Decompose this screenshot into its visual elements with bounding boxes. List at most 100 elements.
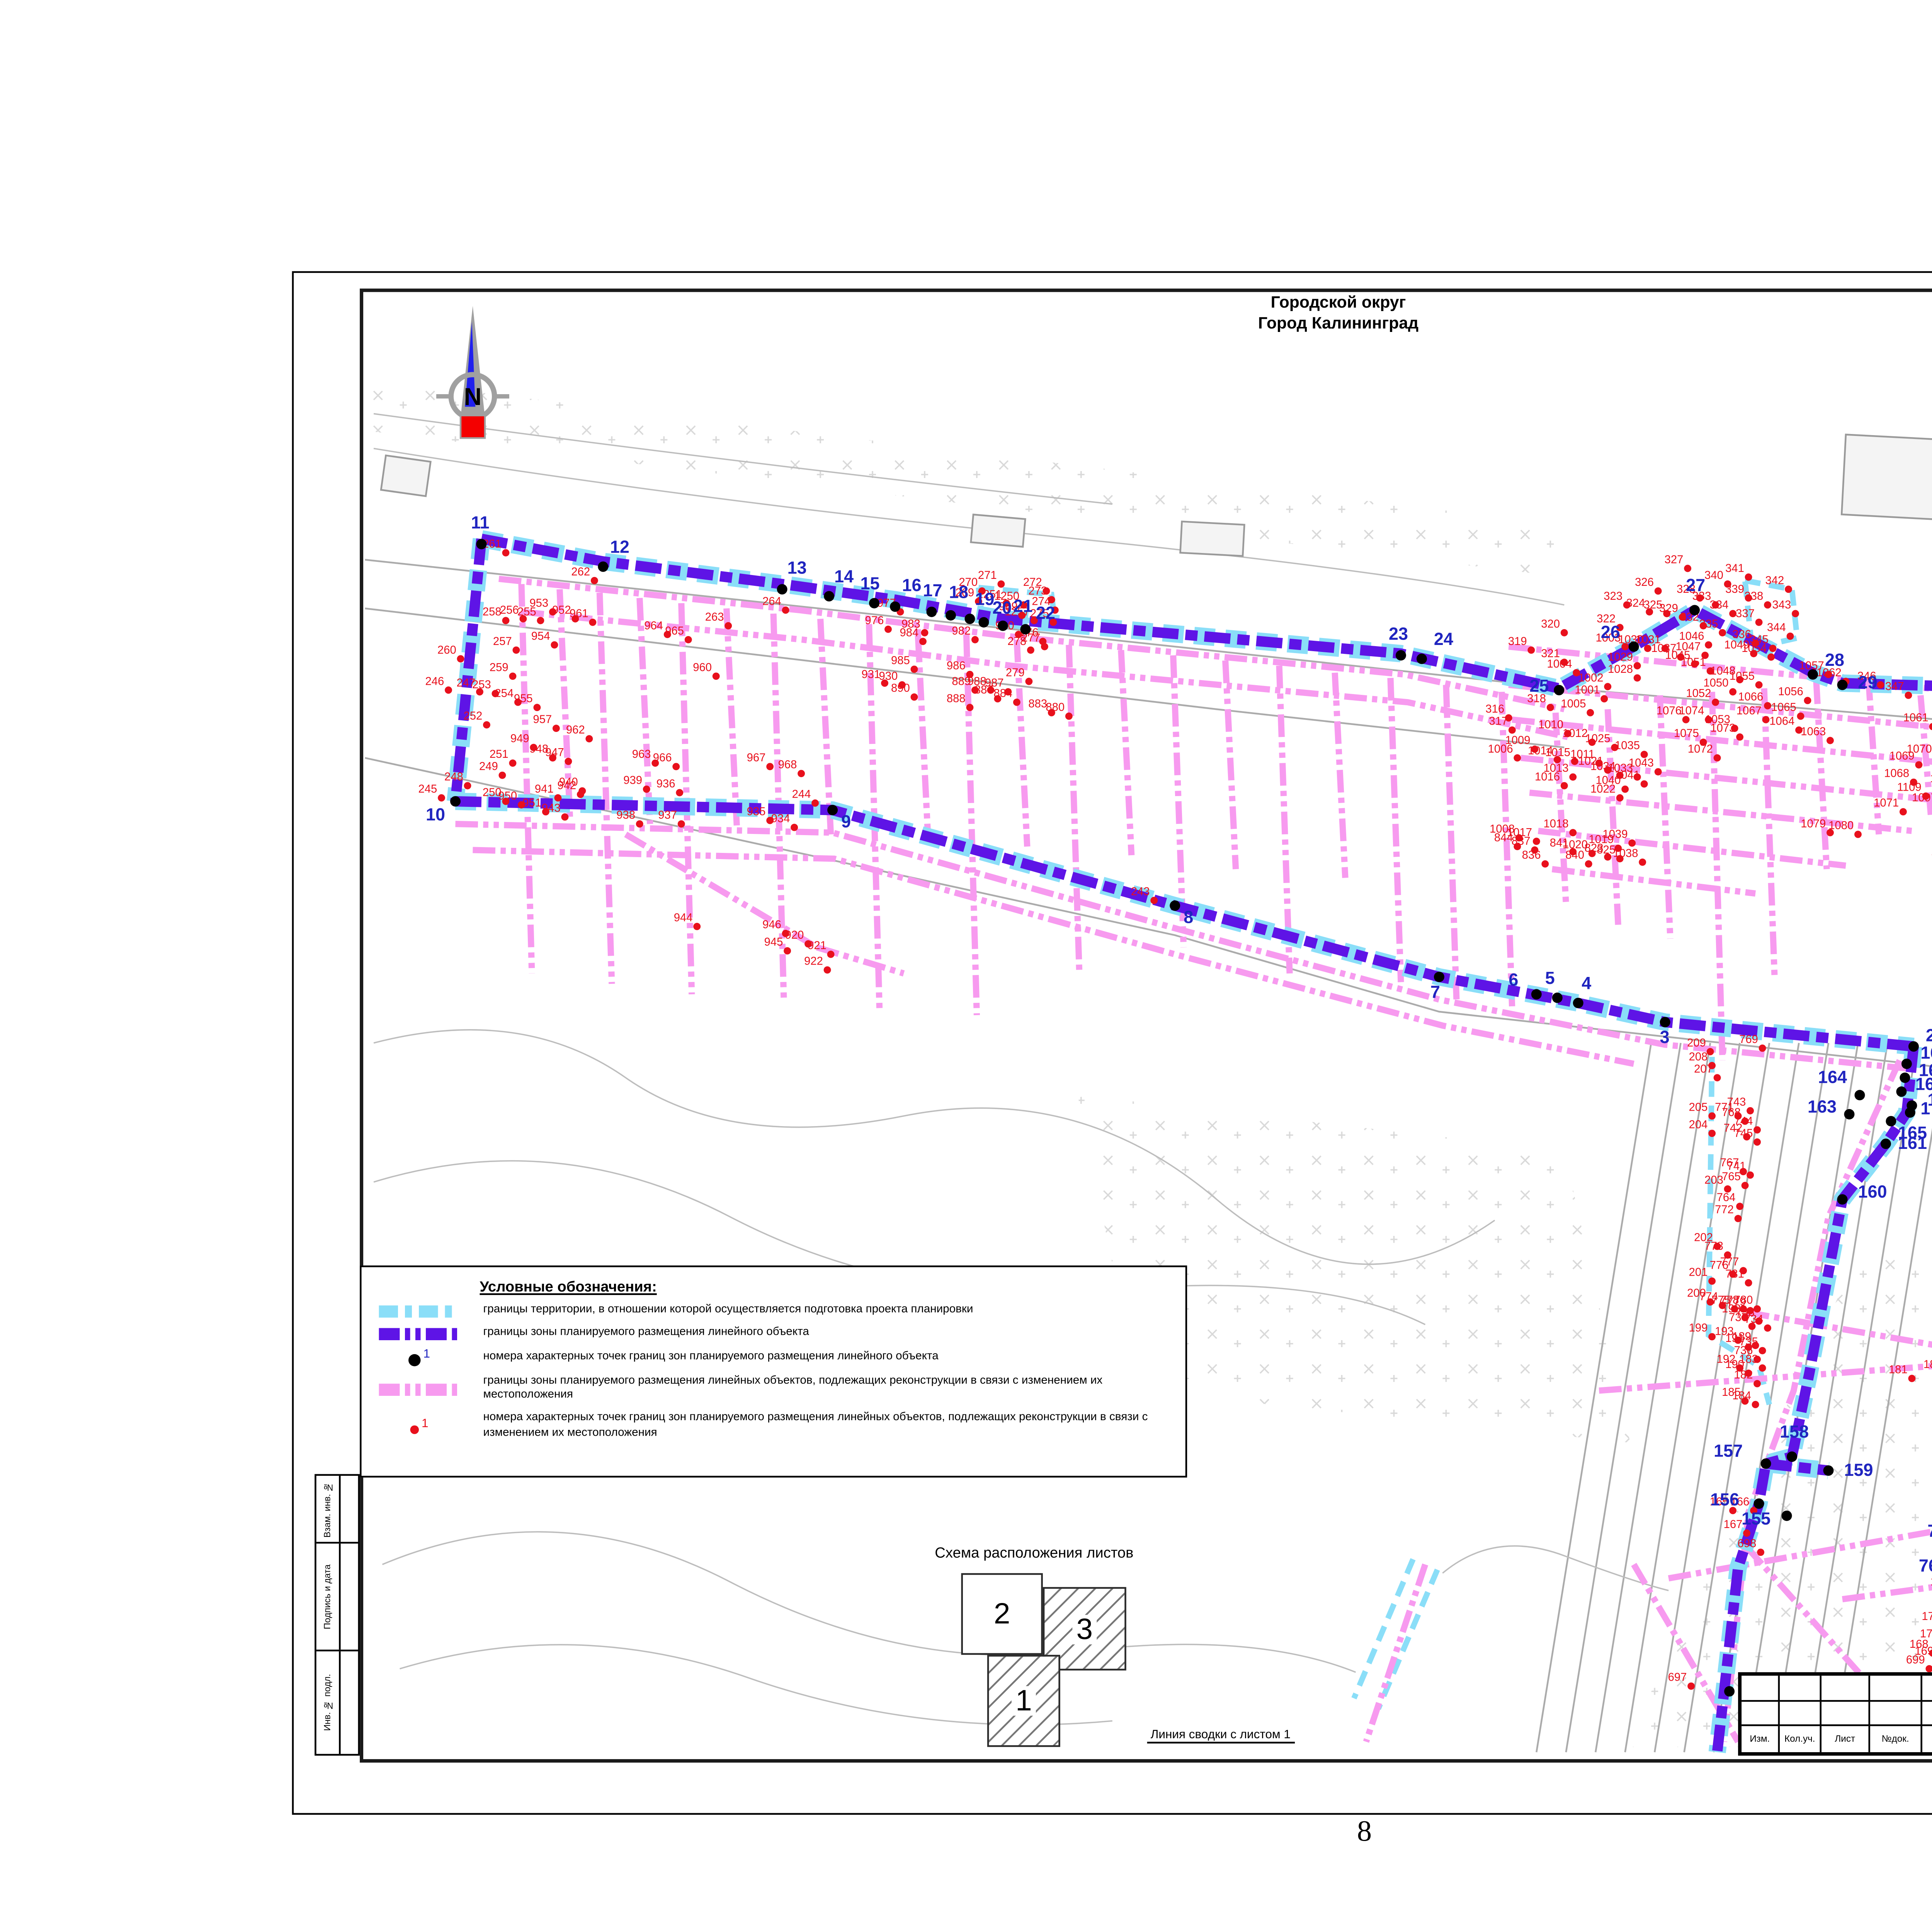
red-point-label: 1016 (1535, 771, 1560, 783)
red-point (811, 800, 819, 807)
red-point-label: 938 (616, 809, 635, 822)
red-point (1569, 773, 1577, 781)
red-point (1700, 738, 1707, 746)
red-point (519, 615, 527, 623)
black-point (1896, 1086, 1906, 1097)
match-line-sheet1-label: Линия сводки с листом 1 (1147, 1730, 1294, 1744)
black-point (869, 598, 879, 608)
legend-title: Условные обозначения: (480, 1278, 1168, 1295)
black-point (1552, 992, 1563, 1003)
red-point-label: 337 (1736, 607, 1755, 620)
black-point-label: 16 (902, 575, 922, 595)
red-point (551, 641, 558, 648)
red-point (1753, 1356, 1761, 1363)
red-point (824, 966, 831, 973)
red-point (791, 824, 798, 831)
legend-item-territory: границы территории, в отношении которой … (379, 1304, 1168, 1319)
black-point (1837, 680, 1847, 690)
red-point-label: 976 (865, 614, 884, 627)
red-point-label: 244 (792, 788, 811, 801)
territory-boundary-swatch (379, 1305, 459, 1317)
red-point-label: 955 (514, 693, 533, 705)
red-point-label: 951 (522, 797, 541, 809)
red-point (445, 686, 452, 694)
red-point (1827, 737, 1834, 744)
red-point (1753, 1126, 1761, 1133)
red-point-label: 1038 (1613, 847, 1638, 860)
red-point-label: 324 (1626, 597, 1645, 609)
red-point-label: 181 (1889, 1363, 1908, 1376)
red-point-label: 320 (1541, 618, 1560, 630)
red-point (1604, 683, 1611, 690)
black-point (1908, 1041, 1919, 1052)
reconstruction-boundary-line (726, 608, 737, 829)
black-point-label: 4 (1582, 973, 1591, 993)
red-point-label: 1080 (1828, 820, 1854, 832)
black-point-label: 164 (1818, 1067, 1847, 1087)
red-point (1747, 1171, 1754, 1179)
reconstruction-zone-swatch (379, 1383, 459, 1395)
red-point (713, 672, 720, 680)
red-point (1753, 1138, 1761, 1146)
black-point-label: 18 (949, 582, 968, 602)
red-point (1736, 1365, 1743, 1372)
black-point (1837, 1194, 1847, 1205)
red-point (1509, 727, 1516, 734)
red-point (464, 782, 471, 790)
black-point-label: 8 (1184, 907, 1193, 927)
black-point-label: 160 (1858, 1182, 1887, 1201)
red-point (1585, 860, 1592, 868)
red-point (1573, 669, 1580, 676)
black-point (1629, 642, 1639, 652)
black-point-label: 9 (841, 812, 851, 831)
black-point (1660, 1017, 1670, 1027)
reconstruction-boundary-line (1712, 692, 1723, 1060)
red-point (1708, 1062, 1716, 1069)
red-point-label: 180 (1923, 1358, 1932, 1371)
black-point (1787, 1451, 1797, 1462)
red-point-label: 249 (479, 761, 498, 773)
red-point-label: 772 (1715, 1204, 1734, 1216)
red-point-label: 939 (623, 774, 642, 787)
red-point (1041, 643, 1048, 650)
red-point (585, 735, 593, 742)
red-point (509, 672, 516, 680)
red-point-label: 764 (1717, 1191, 1736, 1204)
red-point-label: 880 (1046, 701, 1065, 714)
red-point-label: 966 (653, 752, 672, 764)
legend-item-reconstruction-zone: границы зоны планируемого размещения лин… (379, 1374, 1168, 1404)
red-point (1655, 768, 1662, 776)
contour-line (383, 1532, 1356, 1672)
red-point-label: 258 (483, 606, 502, 618)
red-point-label: 316 (1485, 703, 1504, 715)
red-point (1682, 716, 1690, 723)
red-point-label: 260 (437, 644, 456, 656)
red-point (643, 786, 650, 793)
red-point (1755, 619, 1763, 626)
black-point-label: 158 (1780, 1422, 1809, 1441)
red-point (1736, 1203, 1743, 1210)
red-point (549, 608, 556, 616)
red-point (1655, 587, 1662, 595)
red-point-label: 964 (644, 619, 663, 632)
legend-item-linear-zone: границы зоны планируемого размещения лин… (379, 1326, 1168, 1341)
black-point (1396, 650, 1406, 660)
black-point (1854, 1090, 1865, 1100)
building-footprint (1180, 521, 1244, 556)
red-point (1533, 838, 1540, 845)
title-block: Изм. Кол.уч. Лист №док. Подп. Дата 511-Д… (1738, 1672, 1932, 1756)
red-point-label: 957 (533, 713, 552, 726)
red-point-label: 319 (1508, 635, 1527, 648)
black-point-label: 28 (1825, 650, 1844, 670)
black-point (827, 805, 838, 815)
red-point (1748, 1323, 1756, 1330)
red-point-label: 887 (975, 684, 993, 696)
red-point-label: 208 (1689, 1051, 1708, 1063)
black-point-label: 168 (1919, 1060, 1932, 1080)
red-point-label: 271 (978, 569, 997, 582)
red-point-label: 965 (665, 625, 684, 637)
red-point-label: 329 (1659, 602, 1678, 614)
red-point (1514, 754, 1521, 762)
red-point-label: 777 (1720, 1256, 1739, 1268)
red-point (898, 681, 906, 689)
